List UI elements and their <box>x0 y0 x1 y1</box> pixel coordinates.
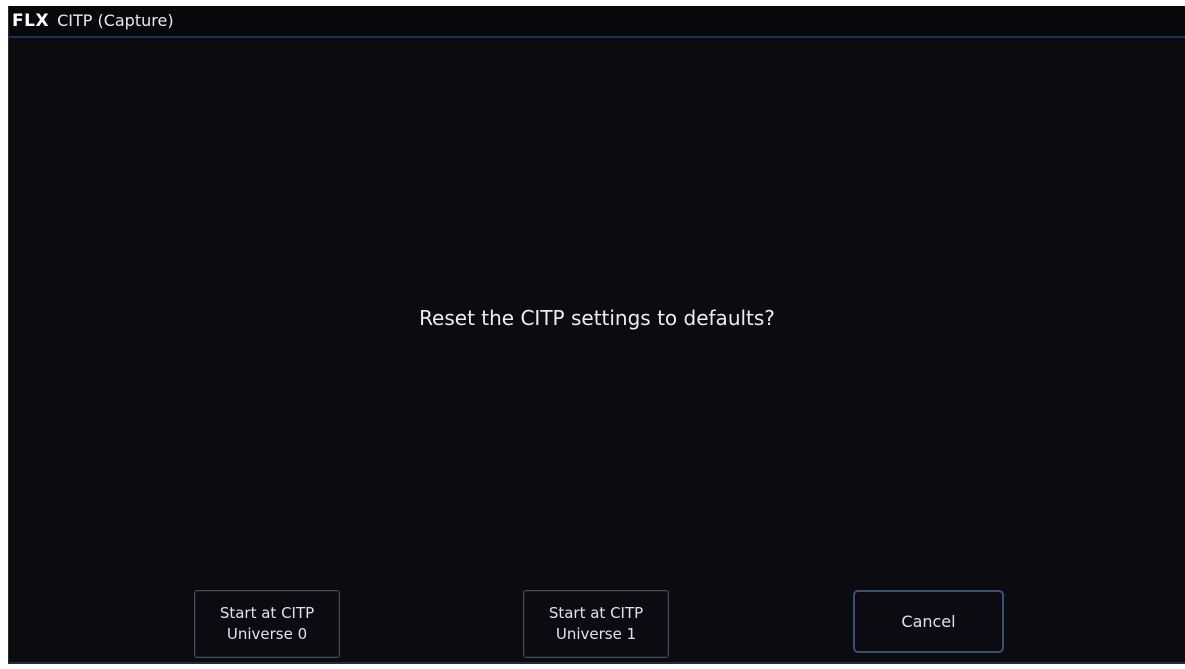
reset-confirmation-message: Reset the CITP settings to defaults? <box>419 306 775 330</box>
cancel-label: Cancel <box>901 612 956 631</box>
start-universe-1-button[interactable]: Start at CITP Universe 1 <box>523 590 669 658</box>
start-universe-0-label-line1: Start at CITP <box>219 604 315 622</box>
flx-logo: FLX <box>12 10 50 31</box>
start-universe-0-label-line2: Universe 0 <box>226 625 308 643</box>
window-title: CITP (Capture) <box>57 11 174 30</box>
start-universe-1-label-line2: Universe 1 <box>555 625 637 643</box>
start-universe-1-label-line1: Start at CITP <box>548 604 644 622</box>
citp-capture-window: FLX CITP (Capture) Reset the CITP settin… <box>8 6 1185 664</box>
start-universe-0-button[interactable]: Start at CITP Universe 0 <box>194 590 340 658</box>
title-bar: FLX CITP (Capture) <box>9 6 1185 38</box>
cancel-button[interactable]: Cancel <box>853 590 1004 653</box>
